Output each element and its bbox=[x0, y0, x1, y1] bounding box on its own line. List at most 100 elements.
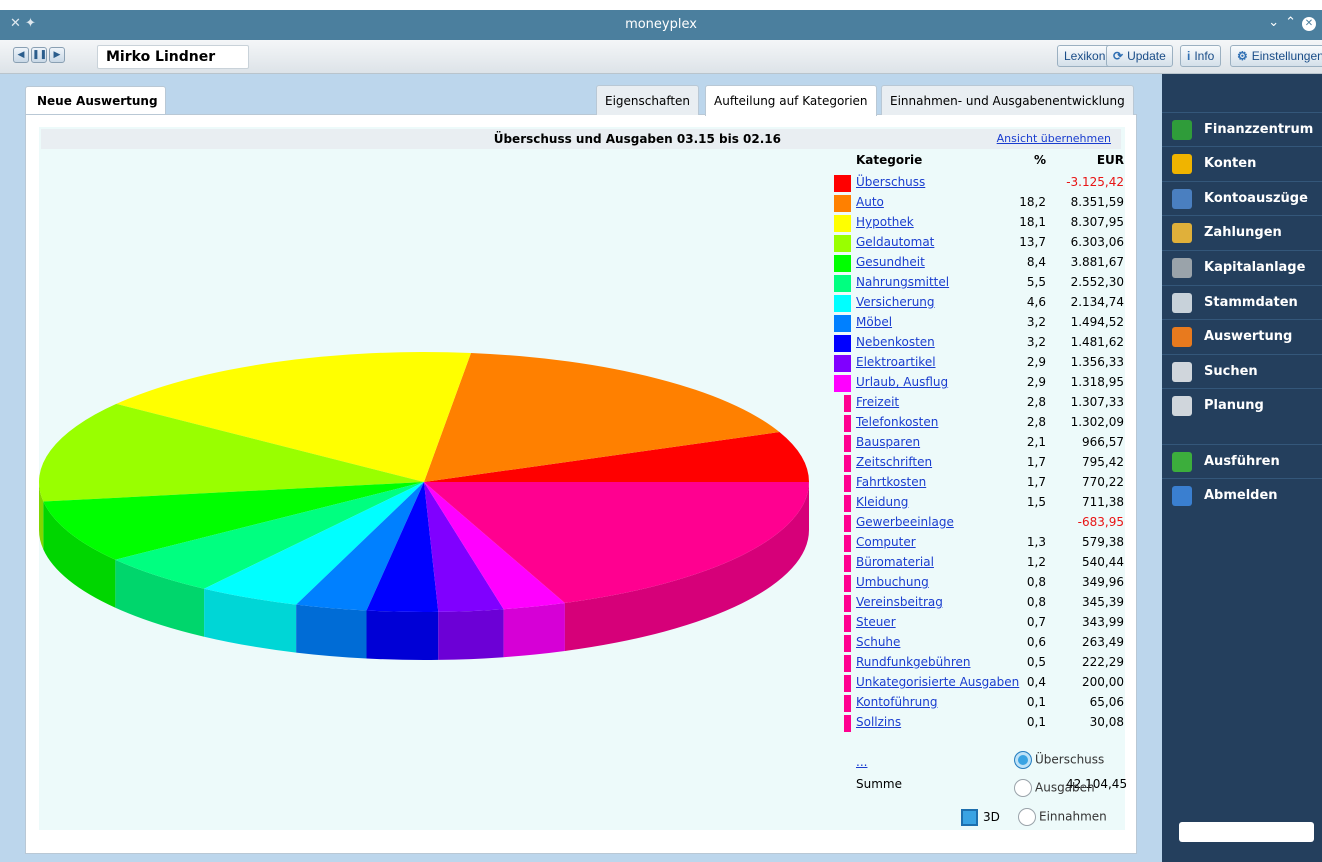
sidebar: Finanzzentrum Konten Kontoauszüge Zahlungen… bbox=[1162, 74, 1322, 862]
legend-eur: 1.318,95 bbox=[1070, 375, 1124, 389]
legend-percent: 1,7 bbox=[1026, 455, 1046, 469]
legend-category-link[interactable]: Zeitschriften bbox=[856, 455, 932, 469]
legend-category-link[interactable]: Schuhe bbox=[856, 635, 900, 649]
sidebar-item-label: Abmelden bbox=[1204, 488, 1278, 503]
legend-category-link[interactable]: Nebenkosten bbox=[856, 335, 935, 349]
legend-swatch bbox=[844, 515, 851, 532]
sidebar-item-kapitalanlage[interactable]: Kapitalanlage bbox=[1162, 250, 1322, 284]
user-name-field[interactable]: Mirko Lindner bbox=[97, 45, 249, 69]
legend-eur: -3.125,42 bbox=[1066, 175, 1124, 189]
sidebar-item-kontoausz-ge[interactable]: Kontoauszüge bbox=[1162, 181, 1322, 215]
sidebar-item-label: Kontoauszüge bbox=[1204, 191, 1308, 206]
minimize-icon[interactable]: ⌄ bbox=[1268, 15, 1279, 30]
legend-category-link[interactable]: Steuer bbox=[856, 615, 896, 629]
info-button[interactable]: i Info bbox=[1180, 45, 1222, 67]
legend-category-link[interactable]: Kontoführung bbox=[856, 695, 937, 709]
sidebar-item-label: Auswertung bbox=[1204, 329, 1293, 344]
sidebar-item-stammdaten[interactable]: Stammdaten bbox=[1162, 285, 1322, 319]
legend-category-link[interactable]: Urlaub, Ausflug bbox=[856, 375, 948, 389]
tab-entwicklung[interactable]: Einnahmen- und Ausgabenentwicklung bbox=[881, 85, 1134, 115]
legend-percent: 1,5 bbox=[1026, 495, 1046, 509]
maximize-icon[interactable]: ⌃ bbox=[1285, 15, 1296, 30]
sidebar-item-ausf-hren[interactable]: Ausführen bbox=[1162, 444, 1322, 478]
legend-row: Büromaterial 1,2 540,44 bbox=[834, 553, 1129, 573]
legend-category-link[interactable]: Telefonkosten bbox=[856, 415, 938, 429]
legend-category-link[interactable]: Überschuss bbox=[856, 175, 925, 189]
sidebar-item-label: Finanzzentrum bbox=[1204, 122, 1314, 137]
sidebar-item-zahlungen[interactable]: Zahlungen bbox=[1162, 215, 1322, 249]
sidebar-item-abmelden[interactable]: Abmelden bbox=[1162, 478, 1322, 512]
legend-category-link[interactable]: Gesundheit bbox=[856, 255, 925, 269]
tab-eigenschaften[interactable]: Eigenschaften bbox=[596, 85, 700, 115]
close-icon[interactable]: ✕ bbox=[1302, 17, 1316, 31]
legend-category-link[interactable]: Vereinsbeitrag bbox=[856, 595, 943, 609]
legend-category-link[interactable]: Sollzins bbox=[856, 715, 901, 729]
sidebar-item-suchen[interactable]: Suchen bbox=[1162, 354, 1322, 388]
radio-ausgaben-label: Ausgaben bbox=[1035, 780, 1095, 795]
tab-aufteilung[interactable]: Aufteilung auf Kategorien bbox=[705, 85, 877, 116]
legend-category-link[interactable]: Gewerbeeinlage bbox=[856, 515, 954, 529]
legend-category-link[interactable]: Geldautomat bbox=[856, 235, 934, 249]
legend-category-link[interactable]: Nahrungsmittel bbox=[856, 275, 949, 289]
legend-header-percent: % bbox=[1033, 153, 1046, 167]
legend-row: Steuer 0,7 343,99 bbox=[834, 613, 1129, 633]
legend-category-link[interactable]: Unkategorisierte Ausgaben bbox=[856, 675, 1019, 689]
legend-category-link[interactable]: Umbuchung bbox=[856, 575, 929, 589]
legend-swatch bbox=[844, 635, 851, 652]
sidebar-item-auswertung[interactable]: Auswertung bbox=[1162, 319, 1322, 353]
einstellungen-button[interactable]: ⚙ Einstellungen bbox=[1230, 45, 1322, 67]
legend-category-link[interactable]: Elektroartikel bbox=[856, 355, 936, 369]
statements-icon bbox=[1172, 189, 1192, 209]
radio-ueberschuss[interactable]: Überschuss bbox=[1014, 751, 1104, 771]
pause-button[interactable]: ❚❚ bbox=[31, 47, 47, 63]
more-link[interactable]: ... bbox=[856, 755, 867, 769]
legend-category-link[interactable]: Auto bbox=[856, 195, 884, 209]
sidebar-item-planung[interactable]: Planung bbox=[1162, 388, 1322, 422]
tab-neue-auswertung[interactable]: Neue Auswertung bbox=[25, 86, 166, 114]
radio-einnahmen-label: Einnahmen bbox=[1039, 809, 1107, 824]
sidebar-input[interactable] bbox=[1179, 822, 1314, 842]
legend-category-link[interactable]: Büromaterial bbox=[856, 555, 934, 569]
update-button[interactable]: ⟳ Update bbox=[1106, 45, 1173, 67]
checkbox-3d[interactable]: 3D bbox=[961, 809, 1000, 829]
back-button[interactable]: ◀ bbox=[13, 47, 29, 63]
radio-ausgaben-circle[interactable] bbox=[1014, 779, 1032, 797]
sidebar-item-label: Ausführen bbox=[1204, 454, 1280, 469]
radio-ueberschuss-circle[interactable] bbox=[1014, 751, 1032, 769]
legend-swatch bbox=[844, 575, 851, 592]
safe-icon bbox=[1172, 258, 1192, 278]
legend-category-link[interactable]: Kleidung bbox=[856, 495, 908, 509]
legend-category-link[interactable]: Computer bbox=[856, 535, 916, 549]
legend-category-link[interactable]: Rundfunkgebühren bbox=[856, 655, 971, 669]
legend-eur: 1.481,62 bbox=[1070, 335, 1124, 349]
legend-row: Telefonkosten 2,8 1.302,09 bbox=[834, 413, 1129, 433]
legend-swatch bbox=[834, 335, 851, 352]
legend-category-link[interactable]: Versicherung bbox=[856, 295, 935, 309]
pie-chart-icon bbox=[1172, 327, 1192, 347]
legend-eur: 1.307,33 bbox=[1070, 395, 1124, 409]
legend-eur: 345,39 bbox=[1082, 595, 1124, 609]
pie-chart[interactable] bbox=[39, 127, 829, 830]
sidebar-item-konten[interactable]: Konten bbox=[1162, 146, 1322, 180]
lexikon-button[interactable]: Lexikon bbox=[1057, 45, 1113, 67]
radio-ausgaben[interactable]: Ausgaben bbox=[1014, 779, 1095, 799]
legend-eur: 8.351,59 bbox=[1070, 195, 1124, 209]
legend-category-link[interactable]: Möbel bbox=[856, 315, 892, 329]
forward-button[interactable]: ▶ bbox=[49, 47, 65, 63]
legend-category-link[interactable]: Hypothek bbox=[856, 215, 914, 229]
window-controls: ⌄ ⌃ ✕ bbox=[1262, 15, 1316, 31]
legend-percent: 2,8 bbox=[1026, 415, 1046, 429]
radio-einnahmen[interactable]: Einnahmen bbox=[1018, 808, 1107, 828]
legend-category-link[interactable]: Freizeit bbox=[856, 395, 899, 409]
legend-swatch bbox=[834, 315, 851, 332]
report-panel: Eigenschaften Aufteilung auf Kategorien … bbox=[25, 85, 1137, 854]
legend-eur: 795,42 bbox=[1082, 455, 1124, 469]
sidebar-item-finanzzentrum[interactable]: Finanzzentrum bbox=[1162, 112, 1322, 146]
ansicht-uebernehmen-link[interactable]: Ansicht übernehmen bbox=[997, 132, 1111, 145]
legend-category-link[interactable]: Fahrtkosten bbox=[856, 475, 926, 489]
legend-category-link[interactable]: Bausparen bbox=[856, 435, 920, 449]
checkbox-3d-box[interactable] bbox=[961, 809, 978, 826]
radio-einnahmen-circle[interactable] bbox=[1018, 808, 1036, 826]
legend-percent: 0,5 bbox=[1026, 655, 1046, 669]
legend-swatch bbox=[834, 175, 851, 192]
